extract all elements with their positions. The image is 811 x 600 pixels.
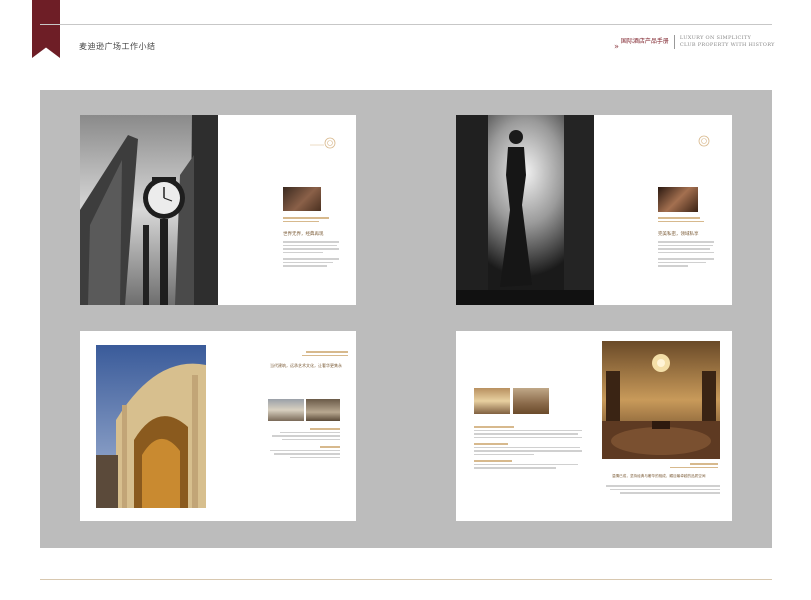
photo-woman-window [456,115,594,305]
spread-3[interactable]: 当代建筑，远承艺术文化，让奢华更隽永 [80,331,356,521]
brand-separator [673,35,675,49]
spread-1[interactable]: 世界无界，经典再现 [80,115,356,305]
thumbnail-photo [306,399,340,421]
body-text [474,426,584,471]
spread-headline: 世界无界，经典再现 [283,232,324,237]
photo-arch-building [96,345,206,508]
thumbnail-photo [513,388,549,414]
brand-chinese: 国际酒店产品手册 [620,38,669,45]
bottom-divider [40,579,772,580]
gold-caption [302,351,352,358]
thumbnail-photo [283,187,321,211]
body-text [606,485,720,496]
spread-2[interactable]: 完美私密，领域私享 [456,115,732,305]
document-title: 麦迪逊广场工作小结 [79,42,156,51]
brand-english-line-2: CLUB PROPERTY WITH HISTORY [679,42,775,48]
gold-caption [283,217,333,224]
brand-english: LUXURY ON SIMPLICITY CLUB PROPERTY WITH … [680,35,775,49]
thumbnail-photo [474,388,510,414]
photo-clock-building [80,115,218,305]
thumbnail-photo [268,399,304,421]
gold-caption [658,217,708,224]
flower-emblem-icon [310,137,336,149]
spread-headline: 温情已成，坚持经典与奢华的相成，瞩目最卓越的品质空间 [612,474,706,478]
spread-4[interactable]: 温情已成，坚持经典与奢华的相成，瞩目最卓越的品质空间 [456,331,732,521]
gold-caption [670,463,720,470]
photo-hotel-lobby [602,341,720,459]
flower-emblem-icon [698,135,710,147]
spread-headline: 完美私密，领域私享 [658,232,699,237]
body-text [658,241,714,269]
body-text [283,241,339,269]
thumbnail-photo [658,187,698,212]
top-divider [40,24,772,25]
bookmark-ribbon [32,0,60,58]
body-text [268,428,340,460]
spread-headline: 当代建筑，远承艺术文化，让奢华更隽永 [270,363,342,368]
brand-block: » 国际酒店产品手册 LUXURY ON SIMPLICITY CLUB PRO… [614,35,775,51]
brand-english-line-1: LUXURY ON SIMPLICITY [679,35,752,41]
double-chevron-icon: » [614,42,619,51]
preview-stage: 世界无界，经典再现 完美私密，领域私享 当代建筑，远承艺术文化，让奢华更隽永 温… [40,90,772,548]
